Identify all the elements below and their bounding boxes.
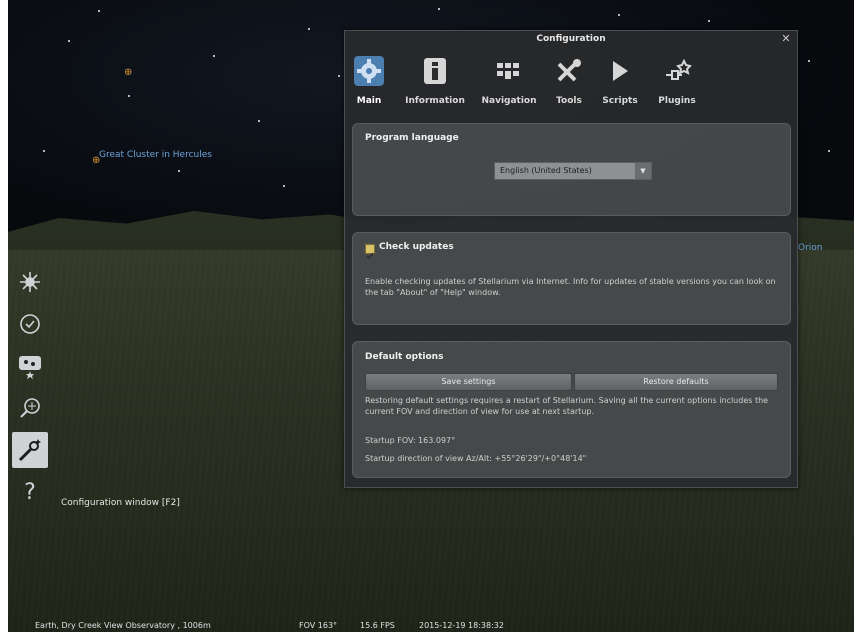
window-title: Configuration xyxy=(536,34,606,44)
tab-plugins-label: Plugins xyxy=(658,96,696,106)
program-language-group: Program language English (United States)… xyxy=(352,123,791,216)
tools-icon xyxy=(552,54,586,88)
left-toolbar: ? xyxy=(8,248,58,632)
star xyxy=(708,20,710,22)
startup-fov: Startup FOV: 163.097° xyxy=(365,436,456,445)
star xyxy=(98,10,100,12)
sky-options-icon xyxy=(19,356,41,379)
chevron-down-icon[interactable]: ▼ xyxy=(635,163,651,179)
star xyxy=(808,60,810,62)
tab-scripts-label: Scripts xyxy=(602,96,638,106)
tab-scripts[interactable]: Scripts xyxy=(597,50,643,110)
search-window-button[interactable] xyxy=(12,390,48,426)
status-location[interactable]: Earth, Dry Creek View Observatory , 1006… xyxy=(35,621,211,630)
help-window-button[interactable]: ? xyxy=(12,474,48,510)
star xyxy=(128,95,130,97)
plugin-icon xyxy=(660,54,694,88)
star xyxy=(68,40,70,42)
star xyxy=(308,28,310,30)
tooltip-configuration: Configuration window [F2] xyxy=(61,498,180,508)
info-icon xyxy=(418,54,452,88)
window-titlebar[interactable]: Configuration ✕ xyxy=(345,31,797,50)
play-icon xyxy=(603,54,637,88)
tab-navigation-label: Navigation xyxy=(481,96,537,106)
close-button[interactable]: ✕ xyxy=(780,33,792,45)
startup-direction: Startup direction of view Az/Alt: +55°26… xyxy=(365,454,587,463)
restore-defaults-button[interactable]: Restore defaults xyxy=(574,373,778,391)
location-window-button[interactable] xyxy=(12,264,48,300)
star xyxy=(618,14,620,16)
date-time-window-button[interactable] xyxy=(12,306,48,342)
check-updates-label[interactable]: Check updates xyxy=(379,242,454,252)
tab-bar: Main Information Navigation Tools Script… xyxy=(345,50,797,110)
star xyxy=(43,150,45,152)
sky-view-options-button[interactable] xyxy=(12,348,48,384)
default-options-description: Restoring default settings requires a re… xyxy=(365,396,769,416)
tab-tools-label: Tools xyxy=(556,96,582,106)
tab-information[interactable]: Information xyxy=(401,50,469,110)
star xyxy=(178,170,180,172)
default-options-title: Default options xyxy=(365,352,444,362)
tab-tools[interactable]: Tools xyxy=(549,50,589,110)
clock-icon xyxy=(20,314,40,334)
star xyxy=(283,185,285,187)
save-settings-button[interactable]: Save settings xyxy=(365,373,572,391)
sky-view[interactable]: ⊕ ⊕ Great Cluster in Hercules Orion ? Co… xyxy=(8,0,854,632)
configuration-window-button[interactable] xyxy=(12,432,48,468)
check-updates-description: Enable checking updates of Stellarium vi… xyxy=(365,277,776,297)
planet-marker[interactable]: ⊕ xyxy=(124,67,132,78)
configuration-window: Configuration ✕ Main Information Navigat… xyxy=(344,30,798,488)
default-options-group: Default options Save settings Restore de… xyxy=(352,341,791,478)
status-bar: Earth, Dry Creek View Observatory , 1006… xyxy=(8,619,568,632)
label-great-cluster-hercules[interactable]: Great Cluster in Hercules xyxy=(99,150,212,160)
search-icon xyxy=(20,398,40,418)
program-language-title: Program language xyxy=(365,133,459,143)
keyboard-icon xyxy=(492,54,526,88)
label-orion[interactable]: Orion xyxy=(798,243,823,253)
star-compass-icon xyxy=(20,272,40,292)
tab-navigation[interactable]: Navigation xyxy=(478,50,540,110)
check-updates-group: Check updates Enable checking updates of… xyxy=(352,232,791,325)
tab-main-label: Main xyxy=(356,96,382,106)
status-fps: 15.6 FPS xyxy=(360,621,395,630)
help-question-icon: ? xyxy=(24,479,36,505)
star xyxy=(338,75,340,77)
star xyxy=(258,120,260,122)
star xyxy=(213,55,215,57)
wrench-icon xyxy=(18,439,41,462)
star xyxy=(828,150,830,152)
status-datetime[interactable]: 2015-12-19 18:38:32 xyxy=(419,621,504,630)
tab-main[interactable]: Main xyxy=(351,50,387,110)
language-select[interactable]: English (United States) ▼ xyxy=(494,162,652,180)
gear-icon xyxy=(352,54,386,88)
star xyxy=(438,8,440,10)
check-updates-checkbox[interactable] xyxy=(365,244,375,260)
language-select-value: English (United States) xyxy=(500,166,592,175)
tab-plugins[interactable]: Plugins xyxy=(653,50,701,110)
tab-information-label: Information xyxy=(405,96,465,106)
status-fov: FOV 163° xyxy=(299,621,338,630)
